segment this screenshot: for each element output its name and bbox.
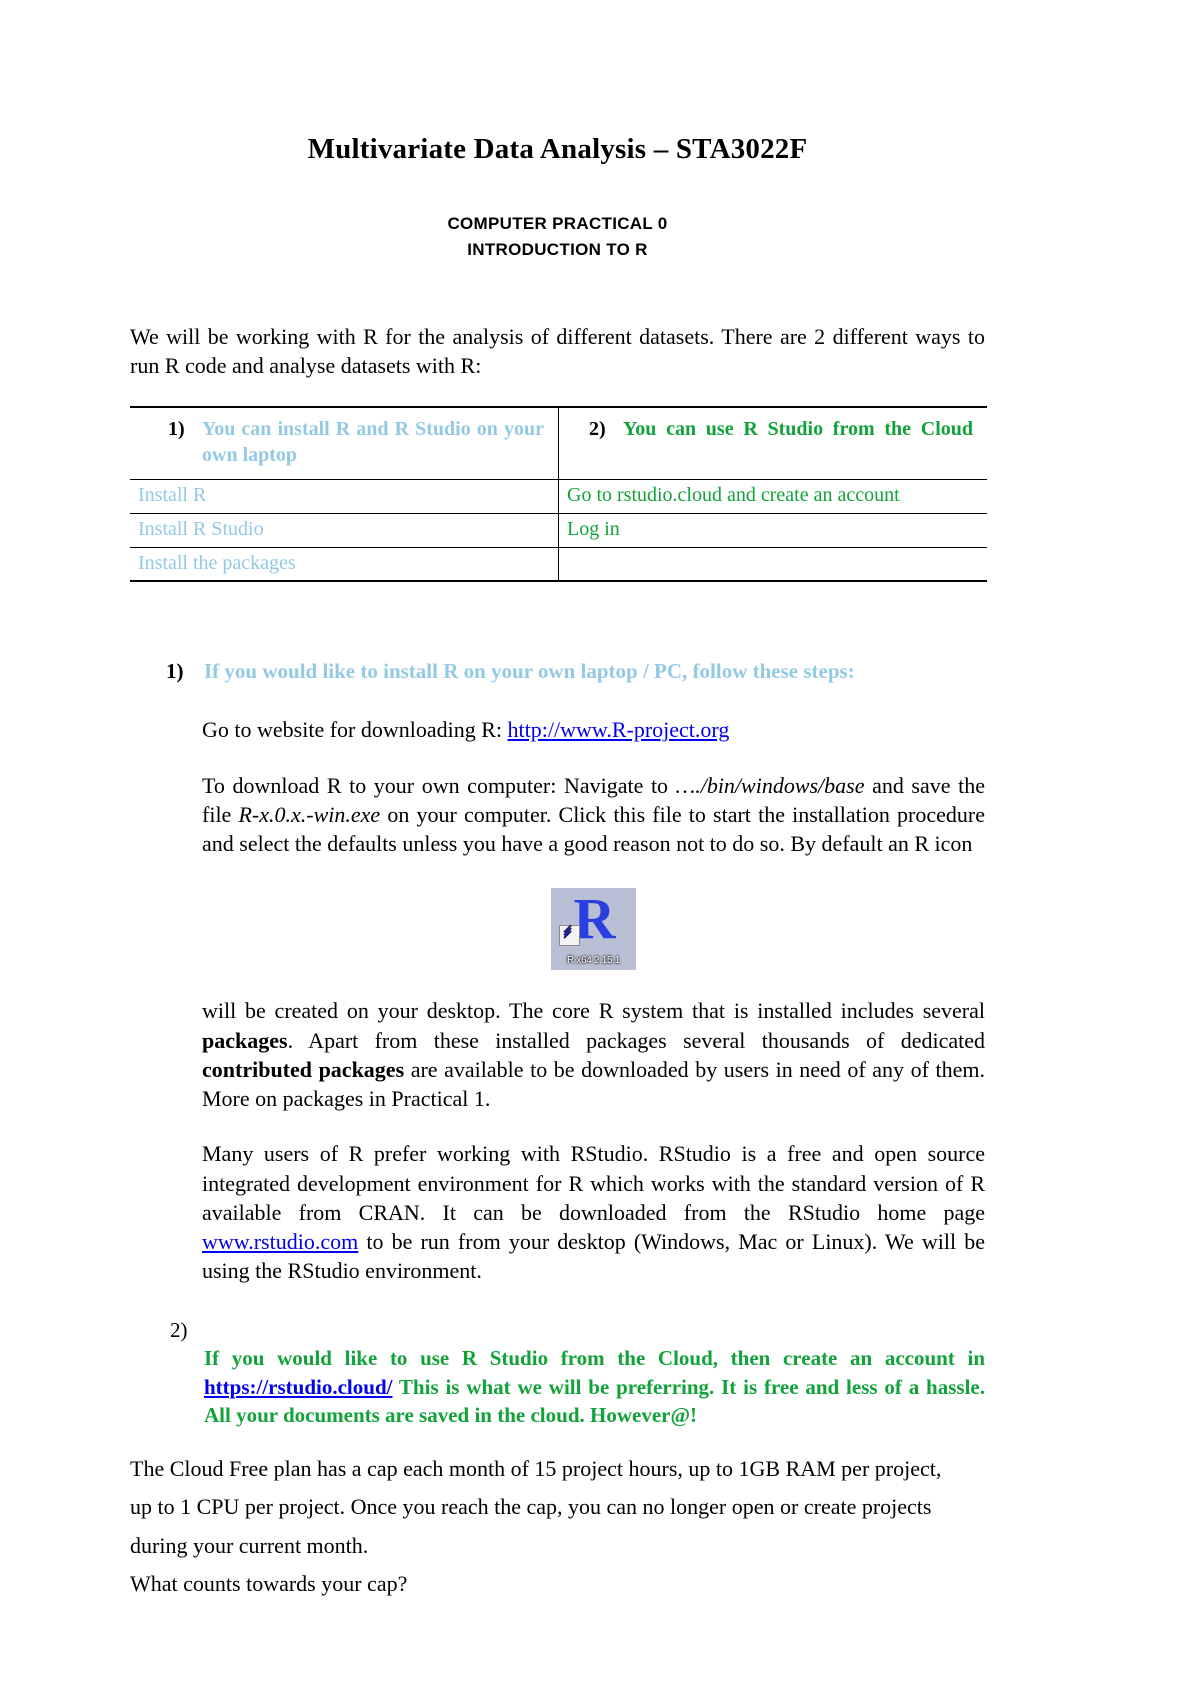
packages-paragraph: will be created on your desktop. The cor… bbox=[202, 996, 985, 1113]
rstudio-cloud-link[interactable]: https://rstudio.cloud/ bbox=[204, 1375, 392, 1399]
table-header-left-number: 1) bbox=[168, 418, 185, 441]
table-cell-right: Go to rstudio.cloud and create an accoun… bbox=[558, 479, 987, 514]
table-row: Install R Studio Log in bbox=[130, 512, 987, 548]
download-path: …./bin/windows/base bbox=[675, 772, 865, 798]
section-2-text-a: If you would like to use R Studio from t… bbox=[204, 1346, 985, 1371]
r-project-link[interactable]: http://www.R-project.org bbox=[508, 717, 730, 742]
packages-text-b: . Apart from these installed packages se… bbox=[287, 1027, 985, 1053]
subtitle-block: COMPUTER PRACTICAL 0 INTRODUCTION TO R bbox=[130, 211, 985, 264]
rstudio-com-link[interactable]: www.rstudio.com bbox=[202, 1229, 358, 1254]
cloud-plan-paragraphs: The Cloud Free plan has a cap each month… bbox=[130, 1450, 985, 1604]
table-header-right-number: 2) bbox=[589, 418, 606, 441]
document-page: Multivariate Data Analysis – STA3022F CO… bbox=[0, 0, 1200, 1698]
cloud-plan-line-1: The Cloud Free plan has a cap each month… bbox=[130, 1455, 942, 1481]
r-icon-label: R x64 2.15.1 bbox=[566, 955, 621, 967]
download-text-a: To download R to your own computer: Navi… bbox=[202, 772, 676, 798]
shortcut-arrow-icon bbox=[559, 925, 580, 947]
cloud-plan-line-2: up to 1 CPU per project. Once you reach … bbox=[130, 1494, 932, 1520]
section-2-text: If you would like to use R Studio from t… bbox=[204, 1344, 985, 1430]
table-cell-left: Install R bbox=[130, 479, 559, 514]
section-1-heading-text: If you would like to install R on your o… bbox=[204, 659, 855, 684]
section-2-marker: 2) bbox=[170, 1317, 188, 1342]
packages-bold-2: contributed packages bbox=[202, 1056, 405, 1082]
document-content: Multivariate Data Analysis – STA3022F CO… bbox=[130, 0, 987, 1604]
table-header-right: 2) You can use R Studio from the Cloud bbox=[558, 406, 987, 480]
r-desktop-icon-wrapper: R R x64 2.15.1 bbox=[202, 888, 985, 971]
download-link-paragraph: Go to website for downloading R: http://… bbox=[202, 715, 985, 744]
table-header-left-text: You can install R and R Studio on your o… bbox=[202, 418, 544, 466]
download-filename: R-x.0.x.-win.exe bbox=[238, 801, 381, 827]
subtitle-intro: INTRODUCTION TO R bbox=[467, 240, 648, 260]
page-title: Multivariate Data Analysis – STA3022F bbox=[307, 133, 808, 165]
section-1-heading: 1) If you would like to install R on you… bbox=[130, 658, 985, 685]
table-cell-left: Install R Studio bbox=[130, 512, 559, 548]
table-header-row: 1) You can install R and R Studio on your… bbox=[130, 406, 987, 480]
section-1-marker: 1) bbox=[166, 659, 184, 684]
r-desktop-icon: R R x64 2.15.1 bbox=[551, 888, 636, 971]
section-2-block: 2) If you would like to use R Studio fro… bbox=[130, 1316, 985, 1430]
table-header-left: 1) You can install R and R Studio on your… bbox=[130, 406, 559, 480]
packages-text-a: will be created on your desktop. The cor… bbox=[202, 998, 985, 1024]
cloud-plan-question: What counts towards your cap? bbox=[130, 1571, 408, 1597]
section-1-body: Go to website for downloading R: http://… bbox=[130, 715, 985, 1285]
intro-paragraph: We will be working with R for the analys… bbox=[130, 323, 985, 378]
table-cell-right bbox=[558, 546, 987, 583]
download-label: Go to website for downloading R: bbox=[202, 717, 503, 743]
rstudio-text-a: Many users of R prefer working with RStu… bbox=[202, 1141, 985, 1225]
packages-bold-1: packages bbox=[202, 1027, 288, 1053]
subtitle-practical: COMPUTER PRACTICAL 0 bbox=[447, 214, 668, 233]
table-row: Install the packages bbox=[130, 546, 987, 583]
table-cell-right: Log in bbox=[558, 512, 987, 548]
download-instructions-paragraph: To download R to your own computer: Navi… bbox=[202, 771, 985, 859]
ways-table: 1) You can install R and R Studio on your… bbox=[130, 406, 987, 583]
rstudio-paragraph: Many users of R prefer working with RStu… bbox=[202, 1139, 985, 1285]
table-cell-left: Install the packages bbox=[130, 546, 559, 583]
table-row: Install R Go to rstudio.cloud and create… bbox=[130, 479, 987, 514]
table-header-right-text: You can use R Studio from the Cloud bbox=[623, 418, 973, 441]
cloud-plan-line-3: during your current month. bbox=[130, 1532, 369, 1558]
